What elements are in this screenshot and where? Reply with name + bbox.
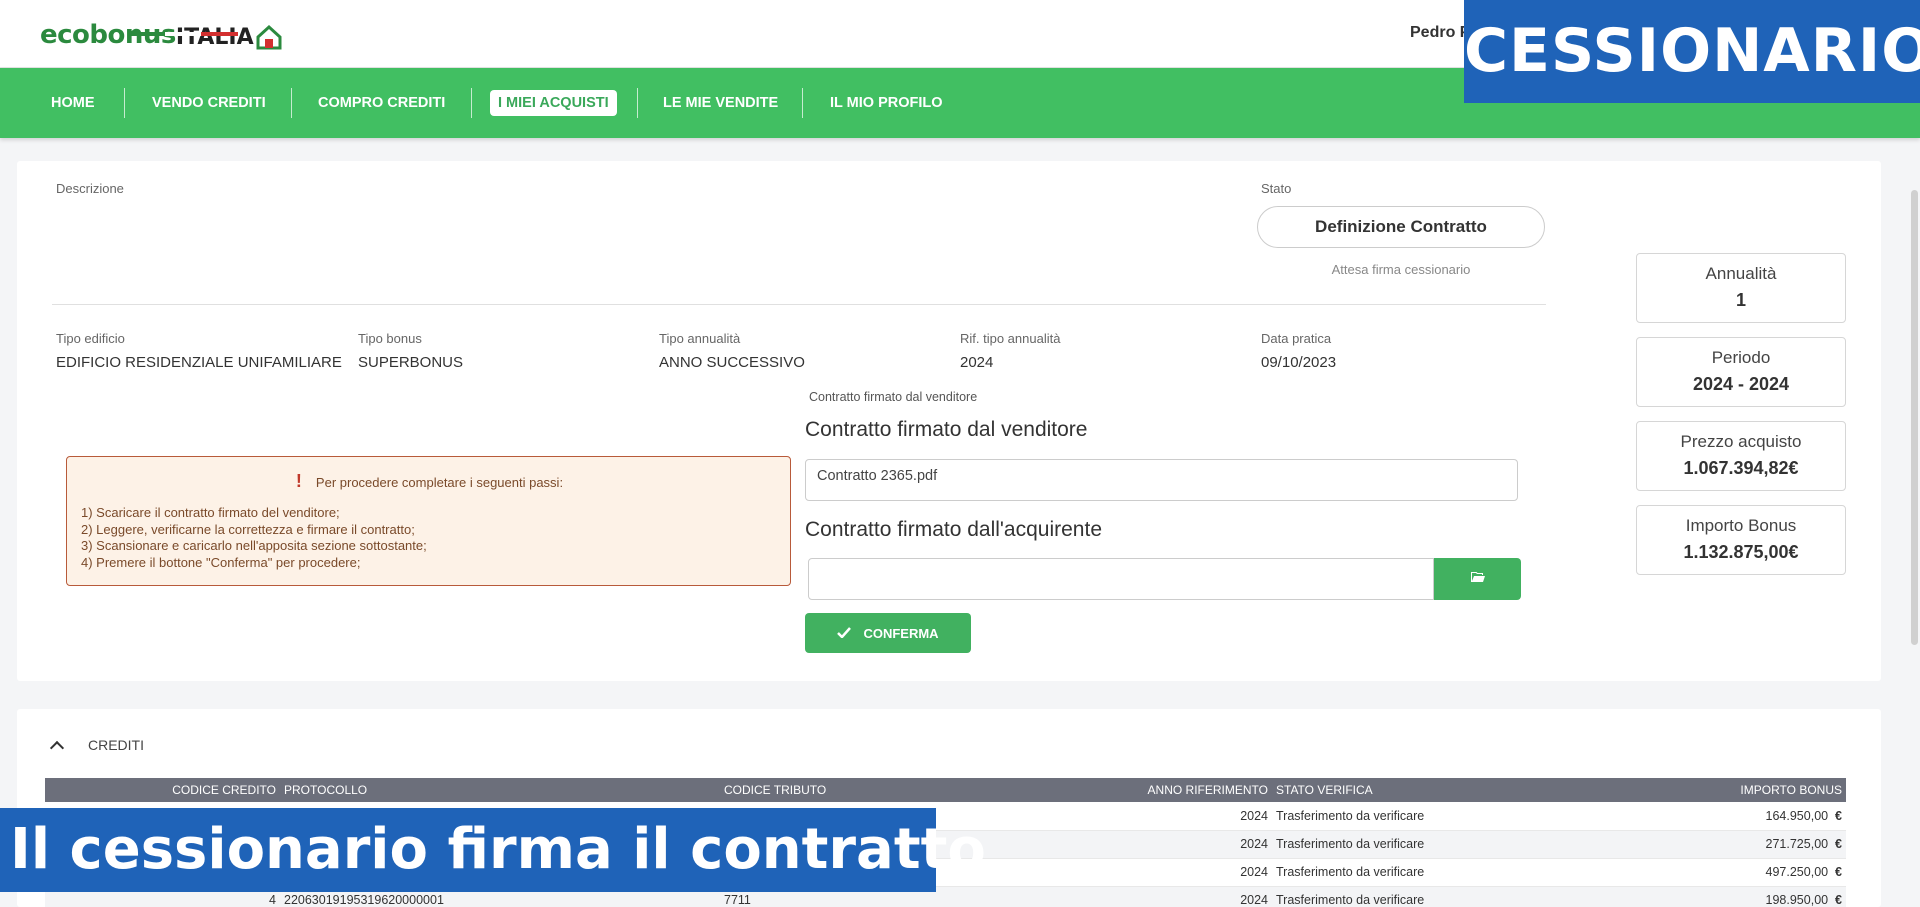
page-scrollbar[interactable] [1911,190,1918,645]
exclamation-icon: ! [295,471,302,491]
cell-stato: Trasferimento da verificare [1272,858,1572,887]
crediti-title: CREDITI [88,737,144,753]
cell-importo: 271.725,00 € [1572,830,1846,859]
nav-separator [124,88,125,118]
alert-step: 2) Leggere, verificarne la correttezza e… [81,521,415,537]
valuta-symbol: € [1835,865,1842,879]
cell-stato: Trasferimento da verificare [1272,830,1572,859]
alert-step: 4) Premere il bottone "Conferma" per pro… [81,554,361,570]
alert-step: 1) Scaricare il contratto firmato del ve… [81,505,340,520]
contratto-venditore-heading: Contratto firmato dal venditore [805,418,1088,441]
nav-home[interactable]: HOME [43,88,103,118]
tipo-annualita-label: Tipo annualità [659,331,741,346]
crediti-section-toggle[interactable]: CREDITI [49,737,144,755]
contratto-venditore-file-link[interactable]: Contratto 2365.pdf [805,459,1518,501]
alert-steps: 1) Scaricare il contratto firmato del ve… [81,505,427,571]
conferma-label: CONFERMA [863,625,939,641]
descrizione-label: Descrizione [56,181,124,196]
alert-step: 3) Scansionare e caricarlo nell'apposita… [81,538,427,553]
data-pratica-value: 09/10/2023 [1261,354,1337,371]
summary-value: 2024 - 2024 [1692,374,1790,394]
instructions-alert: ! Per procedere completare i seguenti pas… [66,456,791,586]
col-protocollo[interactable]: PROTOCOLLO [280,778,720,802]
summary-annualita: Annualità 1 [1636,253,1846,323]
cell-anno: 2024 [920,886,1272,907]
nav-il-mio-profilo[interactable]: IL MIO PROFILO [822,88,951,118]
user-name[interactable]: Pedro P [1410,24,1470,42]
data-pratica-label: Data pratica [1261,331,1332,346]
check-icon [837,626,852,641]
summary-value: 1.067.394,82€ [1683,458,1799,478]
conferma-button[interactable]: CONFERMA [805,613,971,653]
contratto-acquirente-heading: Contratto firmato dall'acquirente [805,518,1102,541]
nav-separator [291,88,292,118]
importo-value: 164.950,00 [1765,808,1829,823]
nav-separator [471,88,472,118]
contratto-venditore-small-label: Contratto firmato dal venditore [809,390,978,404]
col-stato-verifica[interactable]: STATO VERIFICA [1272,778,1572,802]
cell-stato: Trasferimento da verificare [1272,886,1572,907]
nav-separator [802,88,803,118]
tipo-bonus-value: SUPERBONUS [358,354,464,371]
stato-subtext: Attesa firma cessionario [1331,262,1471,277]
cell-importo: 198.950,00 € [1572,886,1846,907]
stato-label: Stato [1261,181,1292,196]
importo-value: 497.250,00 [1765,865,1829,879]
nav-i-miei-acquisti[interactable]: I MIEI ACQUISTI [490,90,617,116]
valuta-symbol: € [1835,808,1842,823]
section-divider [52,304,1546,305]
valuta-symbol: € [1835,893,1842,907]
tipo-edificio-label: Tipo edificio [56,331,125,346]
contratto-acquirente-file-input[interactable] [808,558,1434,600]
summary-label: Periodo [1711,348,1771,367]
cessionario-overlay-badge: CESSIONARIO [1464,0,1920,103]
alert-title-text: Per procedere completare i seguenti pass… [315,475,564,490]
summary-label: Importo Bonus [1685,516,1797,535]
nav-le-mie-vendite[interactable]: LE MIE VENDITE [655,88,786,118]
alert-title: ! Per procedere completare i seguenti pas… [67,471,792,492]
table-header-row: CODICE CREDITO PROTOCOLLO CODICE TRIBUTO… [45,778,1846,802]
col-anno-riferimento[interactable]: ANNO RIFERIMENTO [920,778,1272,802]
summary-value: 1 [1735,290,1746,310]
summary-importo-bonus: Importo Bonus 1.132.875,00€ [1636,505,1846,575]
valuta-symbol: € [1835,837,1842,851]
tipo-annualita-value: ANNO SUCCESSIVO [659,354,805,371]
nav-compro-crediti[interactable]: COMPRO CREDITI [310,88,453,118]
summary-periodo: Periodo 2024 - 2024 [1636,337,1846,407]
tipo-edificio-value: EDIFICIO RESIDENZIALE UNIFAMILIARE [56,354,342,371]
importo-value: 271.725,00 [1765,837,1829,851]
house-icon [256,24,282,50]
chevron-up-icon [49,740,65,755]
summary-label: Prezzo acquisto [1680,432,1802,451]
tipo-bonus-label: Tipo bonus [358,331,422,346]
nav-vendo-crediti[interactable]: VENDO CREDITI [144,88,274,118]
rif-tipo-annualita-value: 2024 [960,354,994,371]
summary-label: Annualità [1705,264,1777,283]
browse-file-button[interactable] [1434,558,1521,600]
col-importo-bonus[interactable]: IMPORTO BONUS [1572,778,1846,802]
cell-stato: Trasferimento da verificare [1272,802,1572,831]
col-codice-credito[interactable]: CODICE CREDITO [45,778,280,802]
summary-prezzo-acquisto: Prezzo acquisto 1.067.394,82€ [1636,421,1846,491]
italian-flag-stripe [128,32,239,36]
nav-separator [637,88,638,118]
summary-value: 1.132.875,00€ [1683,542,1799,562]
cell-importo: 164.950,00 € [1572,802,1846,831]
folder-icon [1470,570,1485,588]
logo-text-italia: ITALIA [175,25,254,50]
cell-importo: 497.250,00 € [1572,858,1846,887]
col-codice-tributo[interactable]: CODICE TRIBUTO [720,778,920,802]
importo-value: 198.950,00 [1765,893,1829,907]
stato-badge: Definizione Contratto [1257,206,1545,248]
rif-tipo-annualita-label: Rif. tipo annualità [960,331,1061,346]
caption-overlay: Il cessionario firma il contratto [0,808,986,892]
